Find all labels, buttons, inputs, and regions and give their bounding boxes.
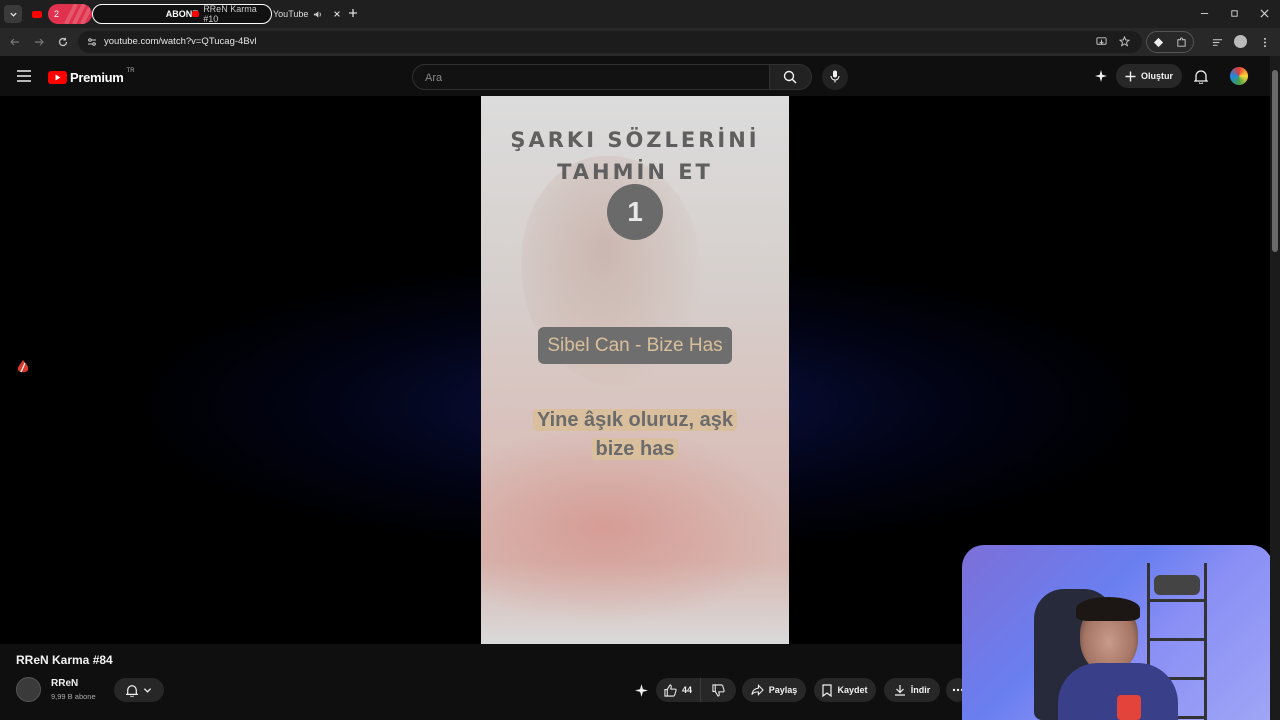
omnibox[interactable]: youtube.com/watch?v=QTucag-4Bvl bbox=[78, 31, 1142, 53]
scrollbar-thumb[interactable] bbox=[1272, 70, 1278, 252]
chevron-down-icon bbox=[9, 12, 17, 17]
speaker-icon bbox=[314, 10, 322, 18]
site-info-icon[interactable] bbox=[87, 37, 97, 47]
close-window-button[interactable] bbox=[1256, 6, 1272, 20]
youtube-favicon-icon bbox=[32, 10, 42, 18]
close-icon bbox=[1260, 9, 1268, 17]
channel-name[interactable]: RReN bbox=[51, 678, 78, 689]
overlay-lyric-line1: Yine âşık oluruz, aşk bbox=[532, 409, 737, 431]
arrow-right-icon bbox=[35, 38, 44, 46]
ai-sparkle-button[interactable] bbox=[634, 683, 649, 698]
minimize-button[interactable] bbox=[1196, 6, 1212, 20]
youtube-logo[interactable]: Premium TR bbox=[48, 68, 135, 85]
like-count: 44 bbox=[681, 685, 692, 695]
video-title: RReN Karma #84 bbox=[16, 653, 113, 667]
overlay-title-line1: ŞARKI SÖZLERİNİ bbox=[510, 128, 760, 152]
close-tab-icon[interactable] bbox=[333, 10, 341, 18]
search-placeholder: Ara bbox=[425, 72, 443, 84]
overlay-song-label: Sibel Can - Bize Has bbox=[538, 327, 732, 364]
tab-karma-label: RReN Karma #10 bbox=[203, 4, 257, 24]
profile-avatar-browser[interactable] bbox=[1234, 35, 1247, 48]
browser-tab-bar: 2 ABONE RReN Karma #10 YouTube bbox=[0, 0, 1280, 28]
star-icon[interactable] bbox=[1119, 36, 1130, 47]
download-button[interactable]: İndir bbox=[884, 678, 940, 702]
download-label: İndir bbox=[910, 685, 931, 695]
tab-youtube[interactable]: YouTube bbox=[273, 4, 343, 24]
search-icon bbox=[783, 70, 797, 84]
webcam-red-item bbox=[1117, 695, 1141, 720]
hamburger-menu-icon[interactable] bbox=[17, 70, 31, 82]
download-icon bbox=[894, 685, 905, 696]
webcam-person-hair bbox=[1076, 597, 1140, 621]
share-button[interactable]: Paylaş bbox=[742, 678, 806, 702]
tab-group-2[interactable]: 2 bbox=[48, 4, 92, 24]
overlay-title: ŞARKI SÖZLERİNİ TAHMİN ET bbox=[481, 124, 789, 188]
reading-list-icon[interactable] bbox=[1212, 37, 1223, 48]
create-button[interactable]: Oluştur bbox=[1116, 64, 1182, 88]
logo-text: Premium bbox=[70, 69, 124, 85]
streamer-webcam bbox=[962, 545, 1273, 720]
back-button[interactable] bbox=[8, 35, 22, 49]
webcam-shelf-items bbox=[1154, 575, 1200, 595]
puzzle-icon[interactable] bbox=[1176, 37, 1187, 48]
share-label: Paylaş bbox=[768, 685, 798, 695]
tab-karma[interactable]: RReN Karma #10 bbox=[192, 4, 267, 24]
save-button[interactable]: Kaydet bbox=[814, 678, 876, 702]
kebab-menu-icon[interactable] bbox=[1263, 37, 1267, 48]
plus-icon bbox=[1125, 71, 1136, 81]
youtube-favicon-icon bbox=[192, 11, 200, 17]
thumbs-down-icon bbox=[712, 683, 725, 697]
forward-button[interactable] bbox=[32, 35, 46, 49]
share-icon bbox=[751, 684, 764, 696]
tab-stripes-decoration bbox=[64, 4, 90, 24]
microphone-icon bbox=[830, 70, 840, 83]
subscriber-count: 9,99 B abone bbox=[51, 692, 96, 701]
reload-icon bbox=[58, 37, 68, 47]
like-button[interactable]: 44 bbox=[656, 678, 700, 702]
region-code: TR bbox=[126, 68, 135, 74]
channel-watermark-icon bbox=[17, 360, 29, 373]
channel-avatar[interactable] bbox=[16, 677, 41, 702]
overlay-number-badge: 1 bbox=[607, 184, 663, 240]
tab-youtube-pinned[interactable] bbox=[28, 4, 46, 24]
overlay-lyric: Yine âşık oluruz, aşk bize has bbox=[511, 406, 759, 464]
arrow-left-icon bbox=[10, 38, 19, 46]
youtube-play-logo-icon bbox=[48, 70, 67, 84]
plus-icon bbox=[349, 9, 357, 17]
tab-search-button[interactable] bbox=[4, 5, 22, 23]
sparkle-ai-icon[interactable] bbox=[1094, 69, 1108, 83]
extension-diamond-icon[interactable] bbox=[1153, 37, 1164, 48]
dislike-button[interactable] bbox=[700, 678, 736, 702]
new-tab-button[interactable] bbox=[346, 6, 360, 20]
create-label: Oluştur bbox=[1140, 71, 1173, 81]
save-label: Kaydet bbox=[837, 685, 868, 695]
search-input[interactable]: Ara bbox=[412, 64, 770, 90]
restore-button[interactable] bbox=[1226, 6, 1242, 20]
chevron-down-icon bbox=[143, 687, 152, 693]
browser-toolbar: youtube.com/watch?v=QTucag-4Bvl bbox=[0, 28, 1280, 56]
video-frame[interactable]: ŞARKI SÖZLERİNİ TAHMİN ET 1 Sibel Can - … bbox=[481, 96, 789, 644]
search-button[interactable] bbox=[770, 64, 812, 90]
notifications-bell-icon[interactable] bbox=[1194, 69, 1208, 84]
tab-group-count: 2 bbox=[54, 9, 60, 19]
extensions-group bbox=[1146, 31, 1194, 53]
user-avatar[interactable] bbox=[1230, 67, 1248, 85]
url-text: youtube.com/watch?v=QTucag-4Bvl bbox=[104, 36, 257, 47]
subscribed-notification-button[interactable] bbox=[114, 678, 164, 702]
minimize-icon bbox=[1200, 12, 1208, 14]
tab-youtube-label: YouTube bbox=[273, 9, 309, 19]
install-app-icon[interactable] bbox=[1096, 36, 1107, 47]
restore-icon bbox=[1230, 9, 1238, 17]
overlay-lyric-line2: bize has bbox=[591, 438, 679, 460]
bell-icon bbox=[126, 684, 138, 697]
thumbs-up-icon bbox=[664, 683, 677, 697]
voice-search-button[interactable] bbox=[822, 64, 848, 90]
bookmark-icon bbox=[822, 683, 833, 697]
reload-button[interactable] bbox=[56, 35, 70, 49]
